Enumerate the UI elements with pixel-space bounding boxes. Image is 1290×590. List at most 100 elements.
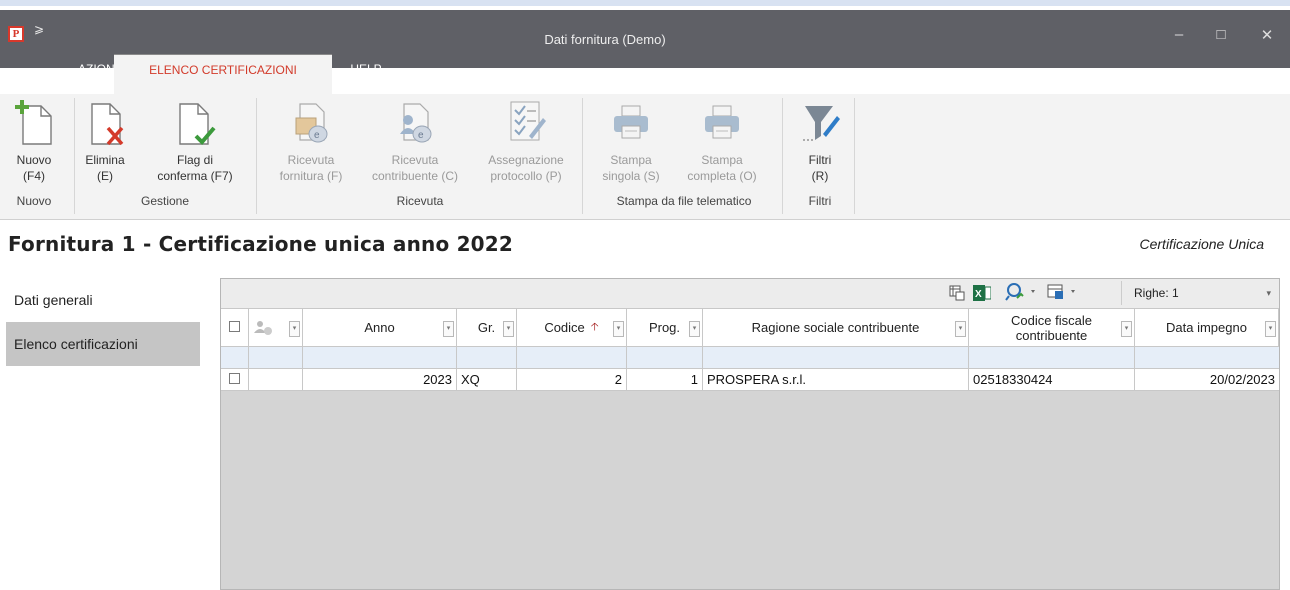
stampa-completa-button[interactable]: Stampa completa (O)	[674, 100, 770, 184]
assegnazione-protocollo-button[interactable]: Assegnazione protocollo (P)	[474, 100, 578, 184]
sidebar-item-dati-generali[interactable]: Dati generali	[6, 278, 200, 322]
layout-options-icon[interactable]	[1047, 282, 1081, 305]
anno-filter-icon[interactable]: ▾	[443, 321, 454, 337]
assegn-label-2: protocollo (P)	[490, 169, 562, 183]
group-label-gestione: Gestione	[140, 194, 190, 208]
nuovo-button[interactable]: Nuovo (F4)	[6, 100, 62, 184]
collapse-ribbon-icon[interactable]: ^	[1279, 70, 1284, 82]
delete-document-icon	[84, 100, 126, 146]
sort-ascending-icon: 🡡	[590, 321, 599, 333]
export-grid-icon[interactable]	[949, 285, 965, 304]
filtri-label-2: (R)	[811, 169, 829, 183]
table-row-codice[interactable]: 2	[517, 369, 627, 391]
stampa-singola-button[interactable]: Stampa singola (S)	[588, 100, 674, 184]
col-ragione-label: Ragione sociale contribuente	[751, 320, 920, 335]
col-gr-label: Gr.	[477, 320, 496, 335]
col-codice-label: Codice	[544, 320, 585, 335]
elimina-button[interactable]: Elimina (E)	[80, 100, 130, 184]
ric-forn-label-1: Ricevuta	[287, 153, 335, 167]
filter-cell[interactable]	[517, 347, 627, 369]
filter-cell[interactable]	[627, 347, 703, 369]
col-header-data-impegno[interactable]: Data impegno ▾	[1135, 309, 1279, 347]
ribbon-separator	[854, 98, 855, 214]
tab-elenco-certificazioni[interactable]: ELENCO CERTIFICAZIONI	[114, 54, 332, 94]
status-filter-icon[interactable]: ▾	[289, 321, 300, 337]
filter-cell[interactable]	[1135, 347, 1279, 369]
col-header-gr[interactable]: Gr. ▾	[457, 309, 517, 347]
col-prog-label: Prog.	[648, 320, 681, 335]
elimina-label-1: Elimina	[85, 153, 125, 167]
table-row-checkbox-cell	[221, 369, 249, 391]
column-chooser-icon[interactable]	[1005, 282, 1039, 305]
close-button[interactable]: ✕	[1252, 26, 1282, 44]
ribbon: Nuovo (F4) Nuovo Elimina (E) Flag di con…	[0, 94, 1290, 220]
col-cf-label: Codice fiscale contribuente	[1011, 312, 1092, 343]
confirm-document-icon	[174, 100, 216, 146]
filter-cell	[249, 347, 303, 369]
assegn-label-1: Assegnazione	[488, 153, 564, 167]
chevron-down-icon[interactable]: ▾	[1266, 281, 1271, 305]
codice-filter-icon[interactable]: ▾	[613, 321, 624, 337]
table-row-status-cell[interactable]	[249, 369, 303, 391]
col-header-ragione-sociale[interactable]: Ragione sociale contribuente ▾	[703, 309, 969, 347]
col-anno-label: Anno	[364, 320, 395, 335]
ribbon-separator	[782, 98, 783, 214]
new-document-icon	[13, 100, 55, 146]
ragione-filter-icon[interactable]: ▾	[955, 321, 966, 337]
sidebar-item-elenco-certificazioni[interactable]: Elenco certificazioni	[6, 322, 200, 366]
filter-cell[interactable]	[457, 347, 517, 369]
filtri-button[interactable]: Filtri (R)	[790, 100, 850, 184]
flag-label-2: conferma (F7)	[157, 169, 233, 183]
table-row-prog[interactable]: 1	[627, 369, 703, 391]
grid-toolbar: X Righe: 1 ▾	[221, 279, 1279, 309]
group-label-ricevuta: Ricevuta	[396, 194, 444, 208]
maximize-button[interactable]: □	[1206, 26, 1236, 43]
svg-text:e: e	[314, 130, 320, 141]
filtri-label-1: Filtri	[808, 153, 832, 167]
elimina-label-2: (E)	[97, 169, 113, 183]
window-title: Dati fornitura (Demo)	[544, 32, 666, 47]
ric-contr-label-2: contribuente (C)	[371, 169, 459, 183]
stampa-c-label-2: completa (O)	[687, 169, 757, 183]
sidebar: Dati generali Elenco certificazioni	[6, 278, 200, 590]
ribbon-separator	[582, 98, 583, 214]
table-row-ragione-sociale[interactable]: PROSPERA s.r.l.	[703, 369, 969, 391]
select-all-checkbox[interactable]	[229, 321, 240, 332]
tab-help[interactable]: HELP	[340, 54, 392, 94]
page-subtitle: Certificazione Unica	[1139, 236, 1265, 252]
gr-filter-icon[interactable]: ▾	[503, 321, 514, 337]
status-header: ▾	[249, 309, 303, 347]
filter-cell[interactable]	[303, 347, 457, 369]
excel-icon[interactable]: X	[973, 285, 992, 304]
svg-text:X: X	[975, 289, 982, 300]
select-all-header	[221, 309, 249, 347]
ricevuta-fornitura-button[interactable]: e Ricevuta fornitura (F)	[262, 100, 360, 184]
row-checkbox[interactable]	[229, 373, 240, 384]
minimize-button[interactable]: –	[1164, 26, 1194, 43]
user-status-icon	[254, 321, 272, 335]
page-title: Fornitura 1 - Certificazione unica anno …	[8, 232, 514, 256]
righe-counter[interactable]: Righe: 1 ▾	[1121, 281, 1277, 305]
col-header-codice[interactable]: Codice 🡡 ▾	[517, 309, 627, 347]
filter-icon	[799, 100, 841, 146]
col-header-prog[interactable]: Prog. ▾	[627, 309, 703, 347]
top-border	[0, 0, 1290, 10]
filter-cell[interactable]	[703, 347, 969, 369]
prog-filter-icon[interactable]: ▾	[689, 321, 700, 337]
ricevuta-contribuente-button[interactable]: e Ricevuta contribuente (C)	[356, 100, 474, 184]
table-row-codice-fiscale[interactable]: 02518330424	[969, 369, 1135, 391]
data-filter-icon[interactable]: ▾	[1265, 321, 1276, 337]
table-row-data-impegno[interactable]: 20/02/2023	[1135, 369, 1279, 391]
receipt-taxpayer-icon: e	[394, 100, 436, 146]
col-header-anno[interactable]: Anno ▾	[303, 309, 457, 347]
flag-label-1: Flag di	[176, 153, 214, 167]
filter-cell[interactable]	[969, 347, 1135, 369]
nuovo-label-2: (F4)	[23, 169, 45, 183]
flag-conferma-button[interactable]: Flag di conferma (F7)	[148, 100, 242, 184]
table-row-anno[interactable]: 2023	[303, 369, 457, 391]
col-header-codice-fiscale[interactable]: Codice fiscale contribuente ▾	[969, 309, 1135, 347]
stampa-c-label-1: Stampa	[701, 153, 743, 167]
ribbon-separator	[74, 98, 75, 214]
table-row-gr[interactable]: XQ	[457, 369, 517, 391]
cf-filter-icon[interactable]: ▾	[1121, 321, 1132, 337]
